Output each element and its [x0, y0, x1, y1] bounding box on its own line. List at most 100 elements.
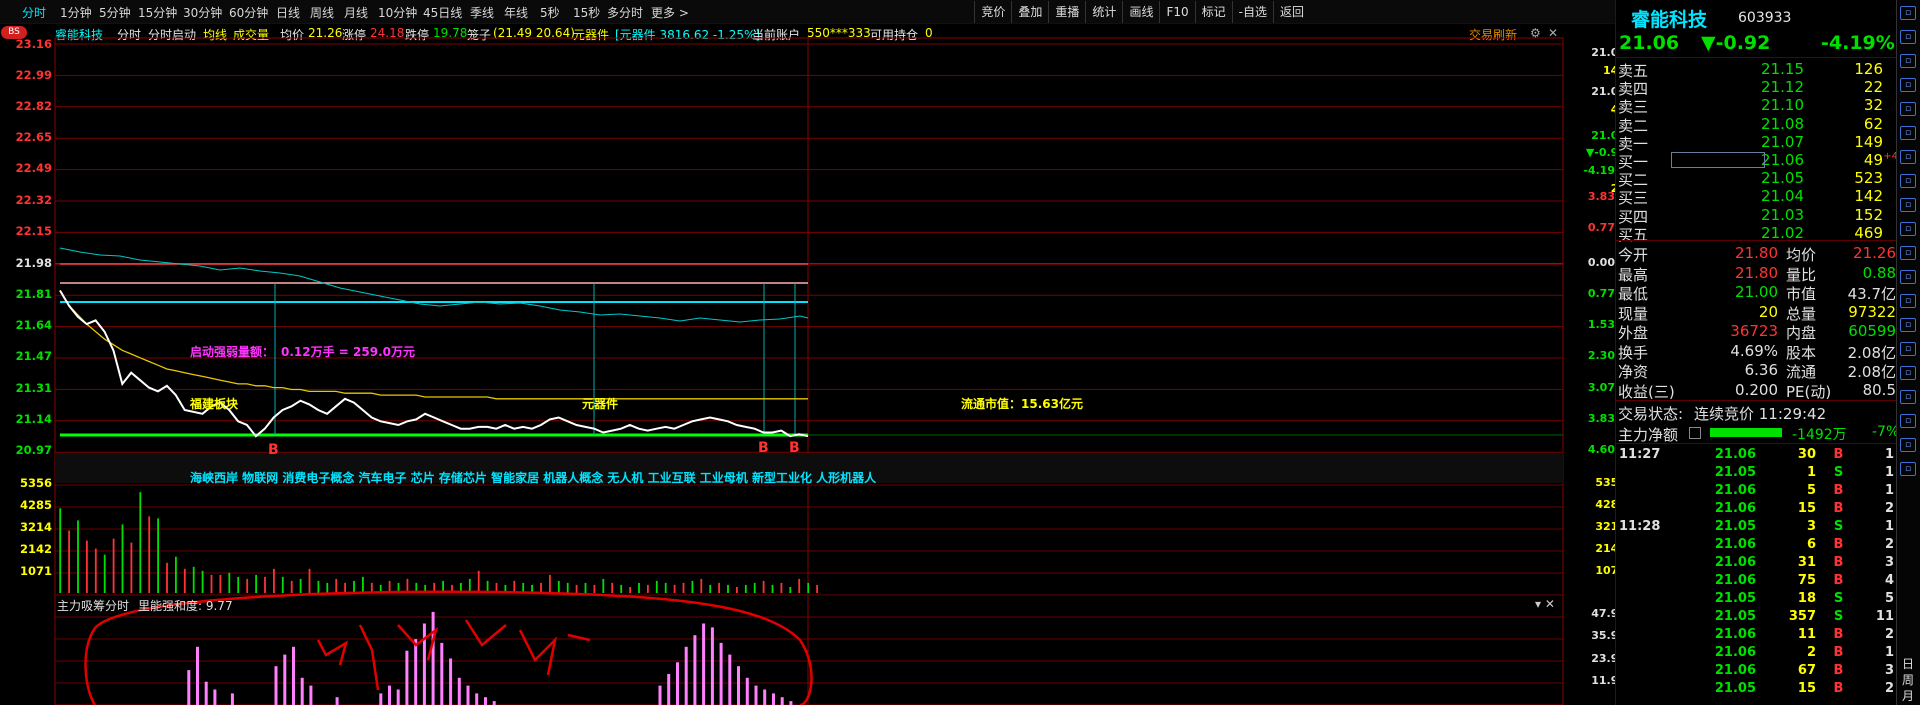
volume-bar [566, 582, 569, 593]
ask-row[interactable]: 卖五 21.15 126 [1616, 60, 1886, 80]
sub-bar [702, 623, 706, 705]
tick-volume: 67 [1797, 663, 1816, 678]
toolbar-period-1[interactable]: 周 [1902, 671, 1914, 688]
tick-price: 21.06 [1714, 501, 1756, 516]
tick-row: 21.06 6 B 2 [1616, 537, 1898, 555]
toolbar-icon[interactable]: ▫ [1900, 30, 1916, 44]
toolbar-icon[interactable]: ▫ [1900, 150, 1916, 164]
volume-bar [700, 578, 703, 593]
stat-value: 36723 [1730, 322, 1778, 340]
stat-value: 0.200 [1735, 380, 1778, 399]
volume-bar [362, 576, 364, 593]
ask-row[interactable]: 卖三 21.10 32 [1616, 96, 1886, 116]
divider [1616, 400, 1898, 401]
main-net-label: 主力净额 [1618, 426, 1679, 444]
tick-price: 21.05 [1714, 681, 1756, 696]
bid-row[interactable]: 买四 21.03 152 [1616, 205, 1886, 226]
volume-bar [228, 572, 231, 593]
toolbar-icon[interactable]: ▫ [1900, 294, 1916, 308]
toolbar-icon[interactable]: ▫ [1900, 174, 1916, 188]
tick-row: 21.06 5 B 1 [1616, 483, 1898, 501]
stat-value: 21.00 [1735, 283, 1778, 301]
volume-bar [593, 584, 596, 593]
tick-count: 1 [1884, 465, 1894, 480]
toolbar-icon[interactable]: ▫ [1900, 222, 1916, 236]
ask-row[interactable]: 卖一 21.07 149 [1616, 133, 1886, 153]
stat-label: 内盘 [1786, 324, 1817, 342]
toolbar-icon[interactable]: ▫ [1900, 462, 1916, 476]
volume-bar [620, 584, 623, 593]
sub-chart-menu-icon[interactable]: ▾ ✕ [1535, 597, 1555, 611]
volume-bar [335, 578, 338, 593]
stat-row: 现量 20 总量 97322 [1616, 302, 1898, 323]
bid-row[interactable]: 买三 21.04 142 [1616, 187, 1886, 207]
toolbar-icon[interactable]: ▫ [1900, 6, 1916, 20]
main-net-toggle-icon[interactable] [1689, 427, 1701, 439]
sub-chart-title[interactable]: 主力吸筹分时 [57, 597, 129, 614]
order-price: 21.04 [1761, 187, 1804, 206]
sub-bar [440, 642, 444, 705]
sub-bar [309, 685, 313, 705]
toolbar-icon[interactable]: ▫ [1900, 438, 1916, 452]
order-volume: 152 [1854, 205, 1883, 224]
buy-marker: B [268, 442, 279, 458]
volume-bar [575, 584, 578, 593]
tick-volume: 15 [1797, 501, 1816, 516]
sub-bar [414, 639, 418, 705]
volume-bar [264, 576, 266, 593]
tick-price: 21.05 [1714, 591, 1756, 606]
stat-value: 21.26 [1853, 244, 1896, 262]
volume-bar [210, 574, 213, 593]
stat-row: 换手 4.69% 股本 2.08亿 [1616, 342, 1898, 362]
sub-bar [457, 677, 461, 705]
divider [1616, 57, 1898, 58]
volume-bar [727, 584, 729, 593]
volume-bar [682, 582, 685, 593]
toolbar-icon[interactable]: ▫ [1900, 198, 1916, 212]
toolbar-icon[interactable]: ▫ [1900, 54, 1916, 68]
stat-label: 最低 [1618, 285, 1649, 303]
toolbar-icon[interactable]: ▫ [1900, 342, 1916, 356]
toolbar-icon[interactable]: ▫ [1900, 270, 1916, 284]
volume-bar [477, 570, 480, 593]
ask-row[interactable]: 卖二 21.08 62 [1616, 115, 1886, 135]
tick-price: 21.05 [1714, 609, 1756, 624]
tick-direction: B [1833, 573, 1844, 588]
toolbar-icon[interactable]: ▫ [1900, 318, 1916, 332]
tick-count: 2 [1884, 681, 1894, 696]
tick-row: 21.05 357 S 11 [1616, 609, 1898, 627]
stat-label: 现量 [1618, 304, 1649, 323]
sub-bar [283, 654, 287, 705]
tick-volume: 31 [1797, 555, 1816, 570]
tick-direction: S [1833, 465, 1844, 480]
toolbar-icon[interactable]: ▫ [1900, 414, 1916, 428]
ask-row[interactable]: 卖四 21.12 22 [1616, 78, 1886, 98]
toolbar-period-0[interactable]: 日 [1902, 655, 1914, 672]
volume-bar [744, 584, 747, 593]
toolbar-icon[interactable]: ▫ [1900, 390, 1916, 404]
volume-bar [549, 574, 551, 593]
stat-value: 97322 [1848, 302, 1896, 321]
price-change-pct: -4.19% [1821, 32, 1895, 54]
toolbar-period-2[interactable]: 月 [1902, 687, 1914, 704]
tick-volume: 357 [1788, 609, 1816, 624]
volume-bar [237, 576, 240, 593]
stat-value: 2.08亿 [1847, 363, 1896, 381]
sub-bar [684, 646, 688, 705]
volume-bar [281, 576, 284, 593]
sub-bar [274, 666, 278, 705]
volume-bar [629, 587, 631, 593]
toolbar-icon[interactable]: ▫ [1900, 78, 1916, 92]
tick-volume: 5 [1806, 483, 1816, 498]
sector-index-line [59, 247, 809, 323]
toolbar-icon[interactable]: ▫ [1900, 366, 1916, 380]
tick-row: 21.06 15 B 2 [1616, 501, 1898, 519]
volume-bar [780, 582, 783, 593]
toolbar-icon[interactable]: ▫ [1900, 246, 1916, 260]
volume-bar [344, 582, 346, 593]
main-net-bar [1710, 428, 1782, 437]
toolbar-icon[interactable]: ▫ [1900, 102, 1916, 116]
bid-row[interactable]: 买二 21.05 523 [1616, 169, 1886, 189]
toolbar-icon[interactable]: ▫ [1900, 126, 1916, 140]
stat-value: 80.5 [1862, 380, 1896, 399]
